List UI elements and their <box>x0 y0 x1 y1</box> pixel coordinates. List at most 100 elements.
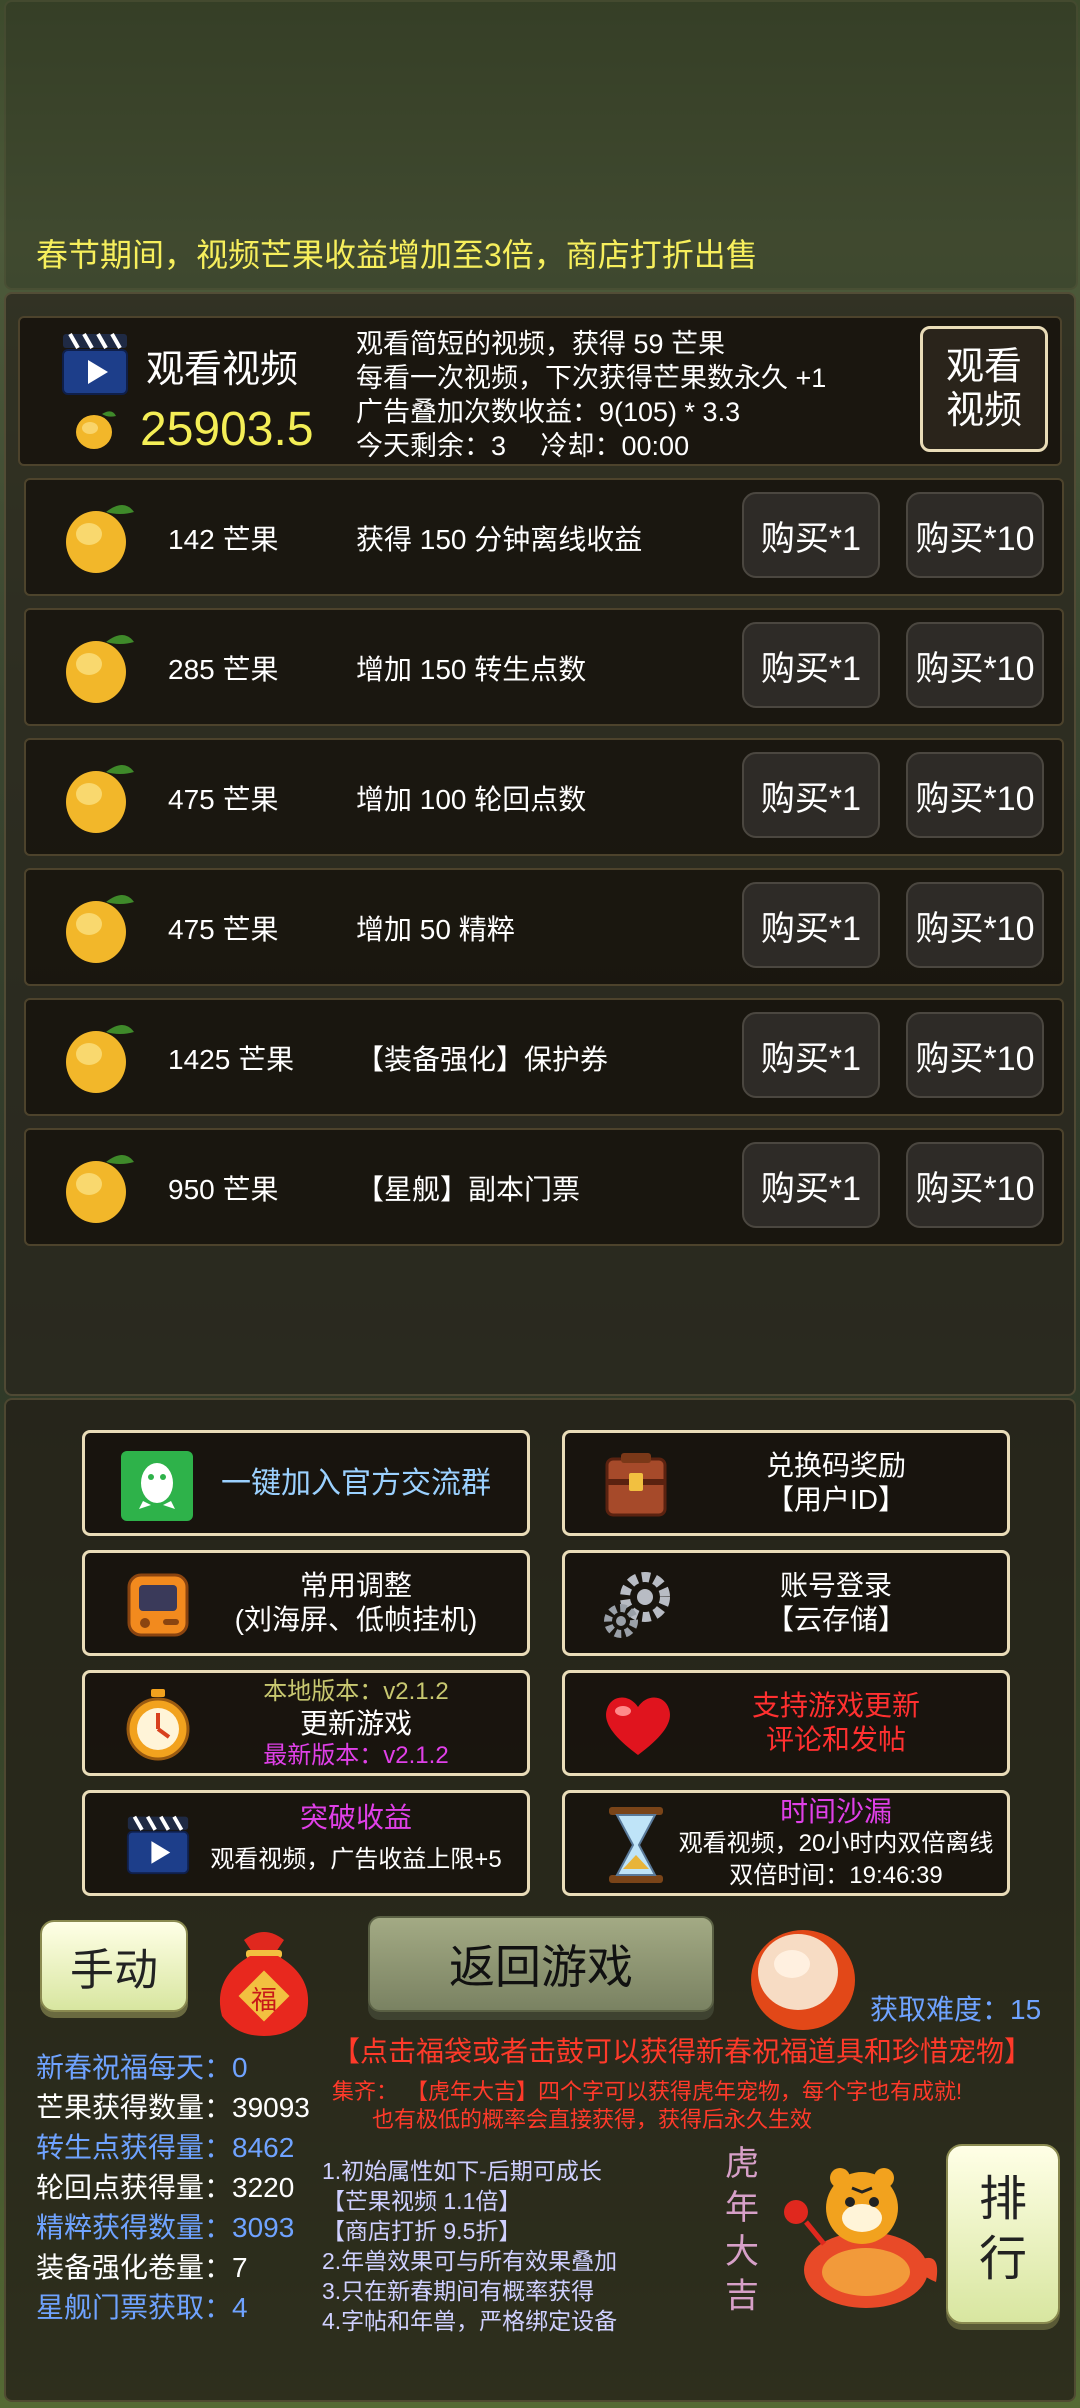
stat-value: 3093 <box>232 2212 295 2243</box>
stat-value: 8462 <box>232 2132 295 2163</box>
stopwatch-icon <box>121 1687 195 1763</box>
ranking-label-2: 行 <box>978 2233 1027 2286</box>
banner-text: 春节期间，视频芒果收益增加至3倍，商店打折出售 <box>36 237 758 273</box>
redeem-label-2: 【用户ID】 <box>765 1484 906 1515</box>
account-login-button[interactable]: 账号登录 【云存储】 <box>562 1550 1010 1656</box>
mango-icon <box>62 1018 138 1101</box>
buy-1-button[interactable]: 购买*1 <box>742 1012 880 1098</box>
lucky-bag-icon[interactable]: 福 <box>206 1918 322 2038</box>
update-game-label: 更新游戏 <box>299 1708 412 1739</box>
stat-label: 新春祝福每天： <box>36 2052 233 2083</box>
tiger-pet-icon <box>766 2152 946 2312</box>
top-banner-panel: 春节期间，视频芒果收益增加至3倍，商店打折出售 <box>4 0 1078 290</box>
clapperboard-icon <box>125 1811 191 1877</box>
buy-10-button[interactable]: 购买*10 <box>906 882 1044 968</box>
note-line: 2.年兽效果可与所有效果叠加 <box>322 2248 618 2274</box>
item-desc: 获得 150 分钟离线收益 <box>356 524 643 555</box>
stat-row: 芒果获得数量：39093 <box>36 2086 310 2126</box>
hint-text: 【点击福袋或者击鼓可以获得新春祝福道具和珍惜宠物】 <box>332 2036 1033 2067</box>
stat-value: 0 <box>232 2052 248 2083</box>
breakthrough-desc: 观看视频，广告收益上限+5 <box>210 1846 502 1873</box>
tiger-year-chars: 虎 年 大 吉 <box>722 2142 762 2318</box>
ranking-button[interactable]: 排 行 <box>946 2144 1060 2324</box>
watch-video-label-1: 观看 <box>945 346 1022 388</box>
join-group-button[interactable]: 一键加入官方交流群 <box>82 1430 530 1536</box>
local-version: 本地版本：v2.1.2 <box>263 1678 449 1705</box>
manual-button[interactable]: 手动 <box>40 1920 188 2012</box>
item-desc: 【装备强化】保护券 <box>356 1044 609 1075</box>
note-line: 【商店打折 9.5折】 <box>322 2218 522 2244</box>
mango-icon <box>72 406 120 452</box>
buy-1-button[interactable]: 购买*1 <box>742 492 880 578</box>
buy-1-button[interactable]: 购买*1 <box>742 882 880 968</box>
shop-item-row: 285 芒果 增加 150 转生点数 购买*1 购买*10 <box>24 608 1064 726</box>
login-label-1: 账号登录 <box>779 1570 892 1601</box>
tiger-char: 虎 <box>725 2145 759 2183</box>
buy-1-button[interactable]: 购买*1 <box>742 752 880 838</box>
stat-row: 星舰门票获取：4 <box>36 2286 248 2326</box>
item-desc: 【星舰】副本门票 <box>356 1174 581 1205</box>
tiger-char: 年 <box>725 2189 759 2227</box>
buy-10-button[interactable]: 购买*10 <box>906 752 1044 838</box>
latest-version: 最新版本：v2.1.2 <box>263 1742 449 1769</box>
difficulty-label: 获取难度：15 <box>870 1994 1042 2025</box>
handheld-device-icon <box>123 1569 193 1641</box>
mango-balance: 25903.5 <box>140 403 314 456</box>
stat-value: 3220 <box>232 2172 295 2203</box>
buy-10-button[interactable]: 购买*10 <box>906 492 1044 578</box>
heart-icon <box>601 1691 675 1759</box>
breakthrough-earnings-button[interactable]: 突破收益 观看视频，广告收益上限+5 <box>82 1790 530 1896</box>
shop-item-row: 1425 芒果 【装备强化】保护券 购买*1 购买*10 <box>24 998 1064 1116</box>
shop-item-row: 475 芒果 增加 50 精粹 购买*1 购买*10 <box>24 868 1064 986</box>
hourglass-icon <box>603 1805 669 1885</box>
time-hourglass-button[interactable]: 时间沙漏 观看视频，20小时内双倍离线 双倍时间：19:46:39 <box>562 1790 1010 1896</box>
buy-10-button[interactable]: 购买*10 <box>906 622 1044 708</box>
treasure-chest-icon <box>601 1449 671 1521</box>
stat-label: 星舰门票获取： <box>36 2292 233 2323</box>
item-price: 475 芒果 <box>168 914 279 945</box>
support-label-2: 评论和发帖 <box>765 1724 906 1755</box>
stat-row: 轮回点获得量：3220 <box>36 2166 294 2206</box>
buy-1-button[interactable]: 购买*1 <box>742 1142 880 1228</box>
stat-label: 转生点获得量： <box>36 2132 233 2163</box>
hourglass-desc: 观看视频，20小时内双倍离线 <box>678 1830 994 1857</box>
note-line: 【芒果视频 1.1倍】 <box>322 2188 522 2214</box>
buy-10-button[interactable]: 购买*10 <box>906 1142 1044 1228</box>
video-title: 观看视频 <box>146 349 299 391</box>
stat-value: 4 <box>232 2292 248 2323</box>
stat-label: 芒果获得数量： <box>36 2092 233 2123</box>
return-game-button[interactable]: 返回游戏 <box>368 1916 714 2012</box>
support-game-button[interactable]: 支持游戏更新 评论和发帖 <box>562 1670 1010 1776</box>
stat-row: 新春祝福每天：0 <box>36 2046 248 2086</box>
stat-label: 装备强化卷量： <box>36 2252 233 2283</box>
item-price: 475 芒果 <box>168 784 279 815</box>
buy-1-button[interactable]: 购买*1 <box>742 622 880 708</box>
gears-icon <box>599 1567 675 1643</box>
item-price: 285 芒果 <box>168 654 279 685</box>
ranking-label-1: 排 <box>978 2173 1027 2226</box>
breakthrough-title: 突破收益 <box>299 1802 412 1833</box>
fu-character: 福 <box>250 1985 277 2015</box>
stat-label: 精粹获得数量： <box>36 2212 233 2243</box>
update-game-button[interactable]: 本地版本：v2.1.2 更新游戏 最新版本：v2.1.2 <box>82 1670 530 1776</box>
menu-panel: 一键加入官方交流群 兑换码奖励 【用户ID】 常用调整 (刘海屏、低帧挂机) 账… <box>4 1398 1076 2402</box>
join-group-label: 一键加入官方交流群 <box>221 1467 491 1500</box>
shop-item-row: 475 芒果 增加 100 轮回点数 购买*1 购买*10 <box>24 738 1064 856</box>
tiger-char: 大 <box>725 2233 759 2271</box>
drum-icon[interactable] <box>748 1920 858 2032</box>
mango-icon <box>62 758 138 841</box>
watch-video-label-2: 视频 <box>945 390 1022 432</box>
note-line: 3.只在新春期间有概率获得 <box>322 2278 595 2304</box>
redeem-code-button[interactable]: 兑换码奖励 【用户ID】 <box>562 1430 1010 1536</box>
watch-video-button[interactable]: 观看 视频 <box>920 326 1048 452</box>
item-price: 950 芒果 <box>168 1174 279 1205</box>
shop-item-row: 142 芒果 获得 150 分钟离线收益 购买*1 购买*10 <box>24 478 1064 596</box>
login-label-2: 【云存储】 <box>765 1604 906 1635</box>
mango-icon <box>62 628 138 711</box>
item-price: 1425 芒果 <box>168 1044 295 1075</box>
buy-10-button[interactable]: 购买*10 <box>906 1012 1044 1098</box>
settings-label-2: (刘海屏、低帧挂机) <box>234 1604 478 1635</box>
settings-adjust-button[interactable]: 常用调整 (刘海屏、低帧挂机) <box>82 1550 530 1656</box>
video-row: 观看视频 25903.5 观看简短的视频，获得 59 芒果 每看一次视频，下次获… <box>18 316 1062 466</box>
stat-row: 转生点获得量：8462 <box>36 2126 294 2166</box>
